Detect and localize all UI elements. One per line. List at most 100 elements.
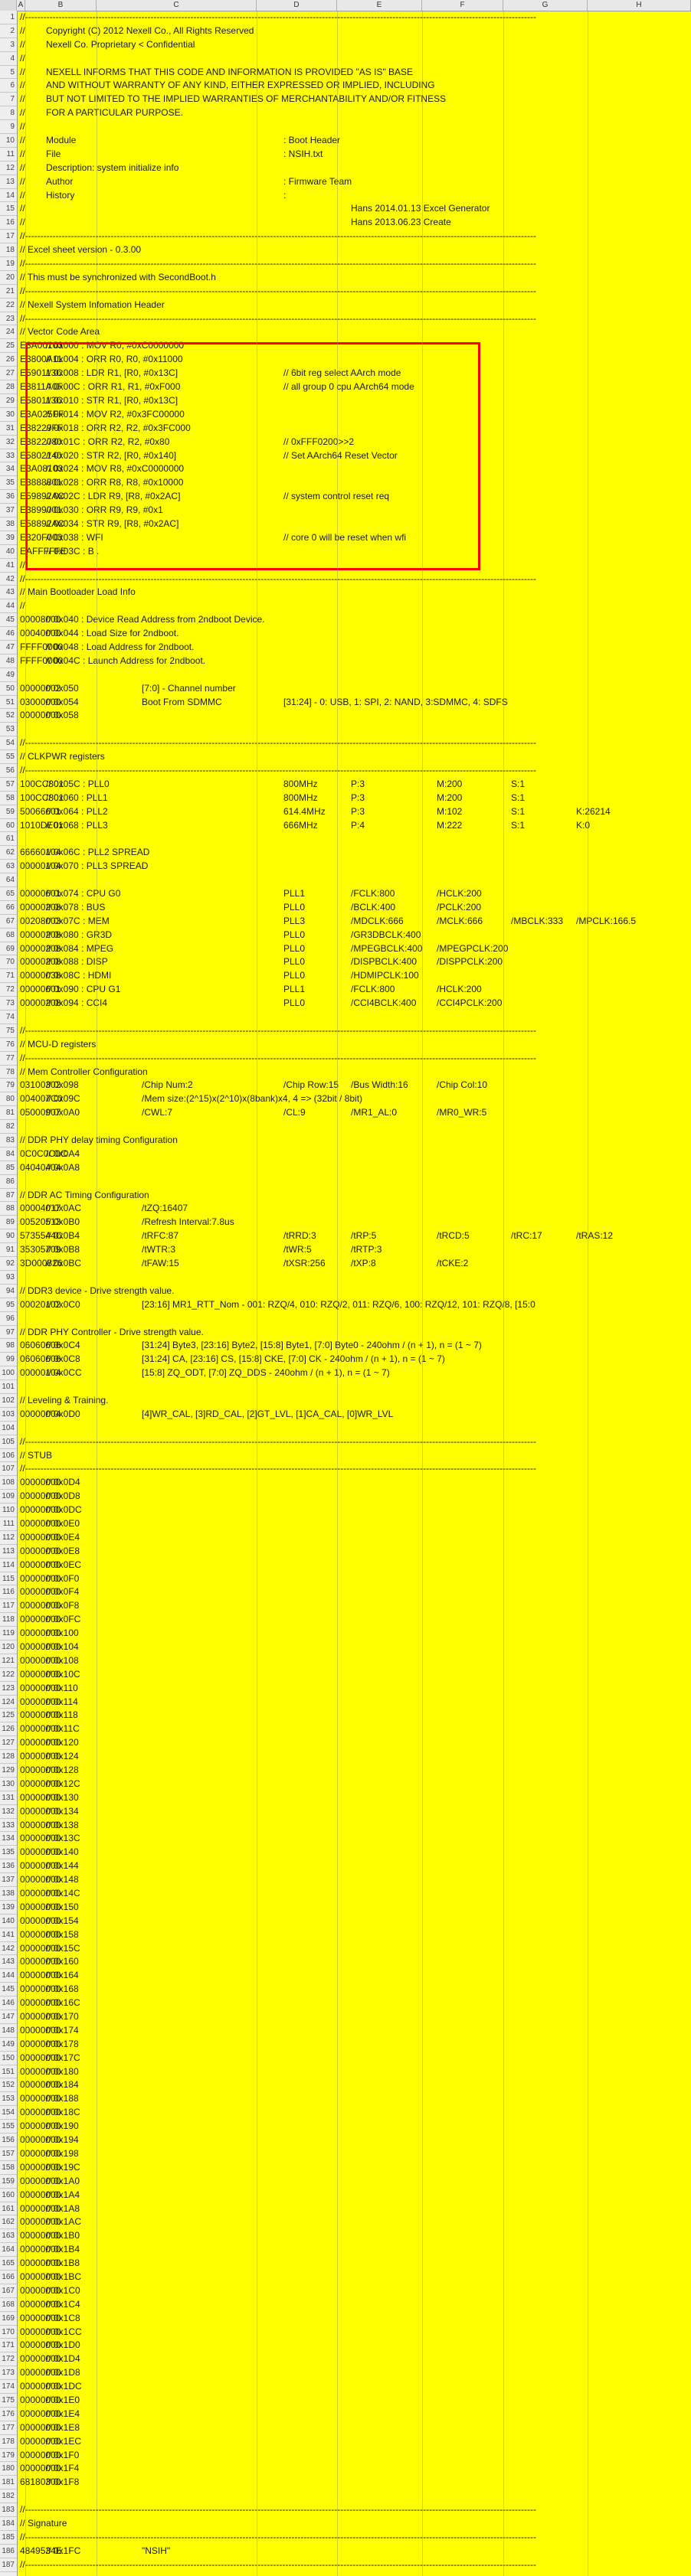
row-number[interactable]: 17 xyxy=(0,230,17,244)
cell-b[interactable]: // 0x020 : STR R2, [R0, #0x140] xyxy=(46,449,176,463)
cell-b[interactable]: // 0x1C8 xyxy=(46,2312,80,2326)
cell-bb[interactable]: /Chip Num:2 xyxy=(142,1079,193,1092)
cell-d2[interactable]: /tRP:5 xyxy=(351,1229,376,1243)
cell-b[interactable]: // 0x088 : DISP xyxy=(46,955,108,969)
cell-bb[interactable]: [15:8] ZQ_ODT, [7:0] ZQ_DDS - 240ohm / (… xyxy=(142,1366,390,1380)
row-number[interactable]: 36 xyxy=(0,490,17,504)
cell-d[interactable]: 800MHz xyxy=(283,792,318,805)
row-number[interactable]: 82 xyxy=(0,1120,17,1135)
cell-d[interactable]: 666MHz xyxy=(283,819,318,833)
cell-b[interactable]: // 0x13C xyxy=(46,1832,80,1846)
cell-b[interactable]: AND WITHOUT WARRANTY OF ANY KIND, EITHER… xyxy=(46,79,435,93)
cell-b[interactable]: // 0x09C xyxy=(46,1092,80,1106)
cell-b[interactable]: // 0x0C4 xyxy=(46,1339,80,1353)
row-number[interactable]: 79 xyxy=(0,1079,17,1093)
cell-a[interactable]: //--------------------------------------… xyxy=(20,2503,536,2517)
cell-d[interactable]: 614.4MHz xyxy=(283,805,326,819)
row-number[interactable]: 88 xyxy=(0,1202,17,1216)
cell-d2[interactable]: /Bus Width:16 xyxy=(351,1079,408,1092)
cell-d[interactable]: PLL0 xyxy=(283,942,305,956)
cell-d[interactable]: /Chip Row:15 xyxy=(283,1079,339,1092)
row-number[interactable]: 66 xyxy=(0,901,17,915)
cell-d[interactable]: PLL0 xyxy=(283,955,305,969)
cell-b[interactable]: // 0x19C xyxy=(46,2161,80,2175)
cell-b[interactable]: // 0x148 xyxy=(46,1873,79,1887)
cell-b[interactable]: // 0x038 : WFI xyxy=(46,531,103,545)
row-number[interactable]: 131 xyxy=(0,1791,17,1805)
cell-b[interactable]: // 0x1B0 xyxy=(46,2229,80,2243)
cell-b[interactable]: // 0x1F8 xyxy=(46,2476,79,2489)
row-number[interactable]: 155 xyxy=(0,2120,17,2134)
cell-b[interactable]: File xyxy=(46,148,61,162)
row-number[interactable]: 59 xyxy=(0,805,17,819)
cell-b[interactable]: // 0x074 : CPU G0 xyxy=(46,887,120,901)
row-number[interactable]: 140 xyxy=(0,1915,17,1928)
cell-b[interactable]: // 0x150 xyxy=(46,1901,79,1915)
cell-a[interactable]: // This must be synchronized with Second… xyxy=(20,271,216,285)
row-number[interactable]: 15 xyxy=(0,202,17,217)
cell-b[interactable]: // 0x190 xyxy=(46,2120,79,2134)
row-number[interactable]: 119 xyxy=(0,1627,17,1641)
row-number[interactable]: 42 xyxy=(0,573,17,586)
cell-f2[interactable]: S:1 xyxy=(511,792,525,805)
cell-e2[interactable]: /tCKE:2 xyxy=(437,1257,468,1271)
row-number[interactable]: 60 xyxy=(0,819,17,833)
cell-f2[interactable]: S:1 xyxy=(511,778,525,792)
cell-b[interactable]: // 0x1D8 xyxy=(46,2366,80,2380)
cell-b[interactable]: // 0x0B8 xyxy=(46,1243,80,1257)
cell-a[interactable]: // xyxy=(20,93,25,106)
cell-bb[interactable]: /tZQ:16407 xyxy=(142,1202,188,1216)
cell-b[interactable]: // 0x1FC xyxy=(46,2545,80,2558)
cell-b[interactable]: // 0x1CC xyxy=(46,2326,82,2339)
row-number[interactable]: 98 xyxy=(0,1339,17,1353)
cell-b[interactable]: // 0x03C : B . xyxy=(46,545,99,559)
row-number[interactable]: 120 xyxy=(0,1641,17,1654)
row-number[interactable]: 174 xyxy=(0,2380,17,2394)
cell-a[interactable]: // xyxy=(20,162,25,175)
cell-a[interactable]: // DDR PHY delay timing Configuration xyxy=(20,1134,178,1148)
row-number[interactable]: 52 xyxy=(0,709,17,723)
cell-b[interactable]: // 0x110 xyxy=(46,1682,78,1696)
cell-b[interactable]: // 0x0A0 xyxy=(46,1106,80,1120)
cell-b[interactable]: Nexell Co. Proprietary < Confidential xyxy=(46,38,195,52)
cell-b[interactable]: // 0x18C xyxy=(46,2106,80,2120)
row-number[interactable]: 108 xyxy=(0,1476,17,1490)
cell-a[interactable]: // xyxy=(20,216,25,230)
cell-b[interactable]: // 0x0FC xyxy=(46,1613,80,1627)
row-number[interactable]: 141 xyxy=(0,1928,17,1942)
row-number[interactable]: 133 xyxy=(0,1819,17,1833)
cell-b[interactable]: BUT NOT LIMITED TO THE IMPLIED WARRANTIE… xyxy=(46,93,446,106)
cell-bb[interactable]: [31:24] Byte3, [23:16] Byte2, [15:8] Byt… xyxy=(142,1339,482,1353)
cell-a[interactable]: // xyxy=(20,189,25,203)
cell-b[interactable]: // 0x174 xyxy=(46,2024,79,2038)
cell-e2[interactable]: /DISPPCLK:200 xyxy=(437,955,503,969)
row-number[interactable]: 129 xyxy=(0,1764,17,1778)
cell-bb[interactable]: /Mem size:(2^15)x(2^10)x(8bank)x4, 4 => … xyxy=(142,1092,362,1106)
cell-e2[interactable]: /PCLK:200 xyxy=(437,901,481,915)
row-number[interactable]: 28 xyxy=(0,380,17,394)
cell-a[interactable]: // xyxy=(20,106,25,120)
row-number[interactable]: 89 xyxy=(0,1216,17,1230)
cell-d[interactable]: PLL0 xyxy=(283,969,305,983)
row-number[interactable]: 109 xyxy=(0,1490,17,1504)
row-number[interactable]: 32 xyxy=(0,436,17,449)
cell-b[interactable]: // 0x12C xyxy=(46,1778,80,1791)
cell-b[interactable]: // 0x0F0 xyxy=(46,1572,79,1586)
cell-d[interactable]: PLL0 xyxy=(283,901,305,915)
cell-b[interactable]: // 0x188 xyxy=(46,2092,79,2106)
cell-b[interactable]: // 0x090 : CPU G1 xyxy=(46,983,120,997)
row-number[interactable]: 148 xyxy=(0,2024,17,2038)
row-number[interactable]: 176 xyxy=(0,2408,17,2421)
cell-d[interactable]: /tRRD:3 xyxy=(283,1229,316,1243)
row-number[interactable]: 81 xyxy=(0,1106,17,1121)
row-number[interactable]: 103 xyxy=(0,1408,17,1422)
cell-a[interactable]: // MCU-D registers xyxy=(20,1038,96,1052)
row-number[interactable]: 153 xyxy=(0,2092,17,2107)
cell-b[interactable]: // 0x1E4 xyxy=(46,2408,80,2421)
cell-b[interactable]: // 0x15C xyxy=(46,1942,80,1956)
cell-b[interactable]: // 0x1BC xyxy=(46,2271,81,2284)
cell-d2[interactable]: /DISPBCLK:400 xyxy=(351,955,417,969)
cell-d[interactable]: /tXSR:256 xyxy=(283,1257,326,1271)
cell-b[interactable]: Author xyxy=(46,175,73,189)
cell-b[interactable]: // 0x1E8 xyxy=(46,2421,80,2435)
